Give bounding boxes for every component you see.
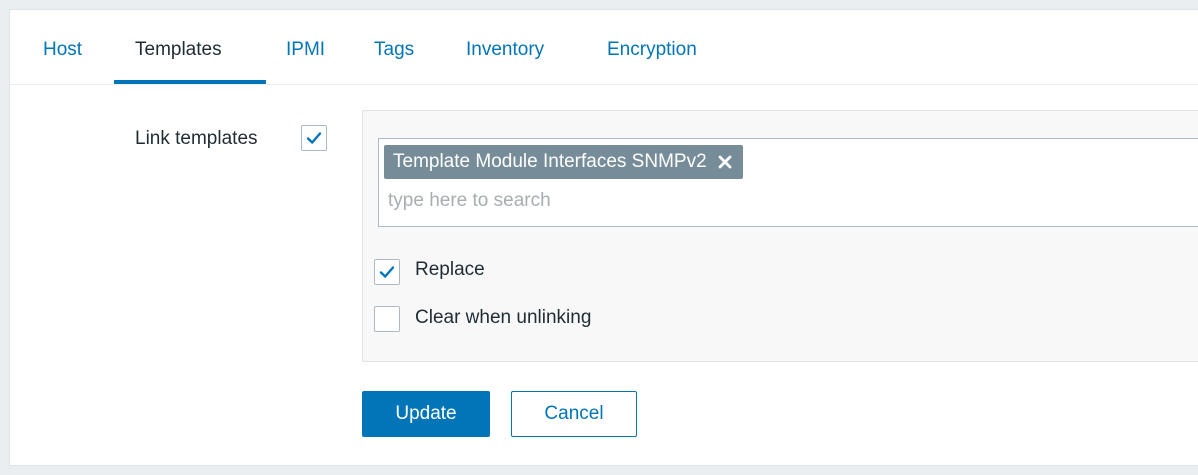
tab-bar: Host Templates IPMI Tags Inventory Encry… [10, 10, 1198, 85]
close-icon[interactable] [717, 154, 733, 170]
selected-template-label: Template Module Interfaces SNMPv2 [393, 151, 707, 172]
check-icon [379, 266, 395, 278]
replace-checkbox[interactable] [374, 259, 400, 285]
active-tab-indicator [114, 80, 266, 84]
tab-inventory[interactable]: Inventory [466, 39, 544, 61]
host-form-panel: Host Templates IPMI Tags Inventory Encry… [9, 9, 1198, 466]
link-templates-label: Link templates [135, 128, 258, 149]
tab-encryption[interactable]: Encryption [607, 39, 697, 61]
selected-template-tag: Template Module Interfaces SNMPv2 [384, 145, 743, 179]
link-templates-checkbox[interactable] [301, 125, 327, 151]
templates-multiselect[interactable]: Template Module Interfaces SNMPv2 [378, 138, 1198, 227]
clear-when-unlinking-checkbox[interactable] [374, 306, 400, 332]
check-icon [306, 132, 322, 144]
link-templates-group: Template Module Interfaces SNMPv2 Replac… [362, 110, 1198, 362]
tab-host[interactable]: Host [43, 39, 82, 61]
tab-tags[interactable]: Tags [374, 39, 414, 61]
tab-templates[interactable]: Templates [135, 39, 222, 61]
update-button[interactable]: Update [362, 391, 490, 437]
replace-label[interactable]: Replace [415, 259, 485, 281]
tab-ipmi[interactable]: IPMI [286, 39, 325, 61]
template-search-input[interactable] [384, 184, 1184, 218]
cancel-button[interactable]: Cancel [511, 391, 637, 437]
clear-when-unlinking-label[interactable]: Clear when unlinking [415, 307, 591, 329]
